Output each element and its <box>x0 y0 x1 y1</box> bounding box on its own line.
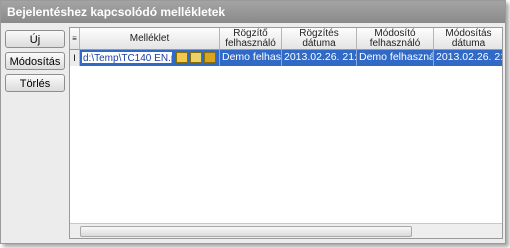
edit-button[interactable]: Módosítás <box>5 52 65 70</box>
column-header-modified-at[interactable]: Módosítás dátuma <box>434 28 502 50</box>
panel-title: Bejelentéshez kapcsolódó mellékletek <box>1 1 505 23</box>
scrollbar-thumb[interactable] <box>80 226 412 237</box>
attachments-grid[interactable]: ≡ Melléklet Rögzítő felhasználó Rögzítés… <box>69 27 503 239</box>
column-menu-icon: ≡ <box>72 33 77 43</box>
column-header-recorded-by[interactable]: Rögzítő felhasználó <box>220 28 282 50</box>
horizontal-scrollbar[interactable] <box>70 223 502 238</box>
attachments-panel: Bejelentéshez kapcsolódó mellékletek Új … <box>0 0 506 244</box>
row-indicator[interactable]: I <box>70 50 80 66</box>
column-header-attachment[interactable]: Melléklet <box>80 28 220 50</box>
folder-open-icon[interactable] <box>176 52 188 63</box>
grid-corner-header[interactable]: ≡ <box>70 28 80 50</box>
table-row-modified-by-cell[interactable]: Demo felhasznál <box>357 50 434 66</box>
new-button[interactable]: Új <box>5 30 65 48</box>
table-row-recorded-at-cell[interactable]: 2013.02.26. 21:34:4 <box>282 50 357 66</box>
save-icon[interactable] <box>204 52 216 63</box>
edit-icon[interactable] <box>190 52 202 63</box>
column-header-modified-by[interactable]: Módosító felhasználó <box>357 28 434 50</box>
attachment-path-field[interactable]: d:\Temp\TC140 EN.pdf <box>81 51 173 64</box>
column-header-recorded-at[interactable]: Rögzítés dátuma <box>282 28 357 50</box>
table-row-modified-at-cell[interactable]: 2013.02.26. 21:3 <box>434 50 502 66</box>
table-row-recorded-by-cell[interactable]: Demo felhasznál <box>220 50 282 66</box>
table-row-attachment-cell[interactable]: d:\Temp\TC140 EN.pdf <box>80 50 220 66</box>
delete-button[interactable]: Törlés <box>5 74 65 92</box>
